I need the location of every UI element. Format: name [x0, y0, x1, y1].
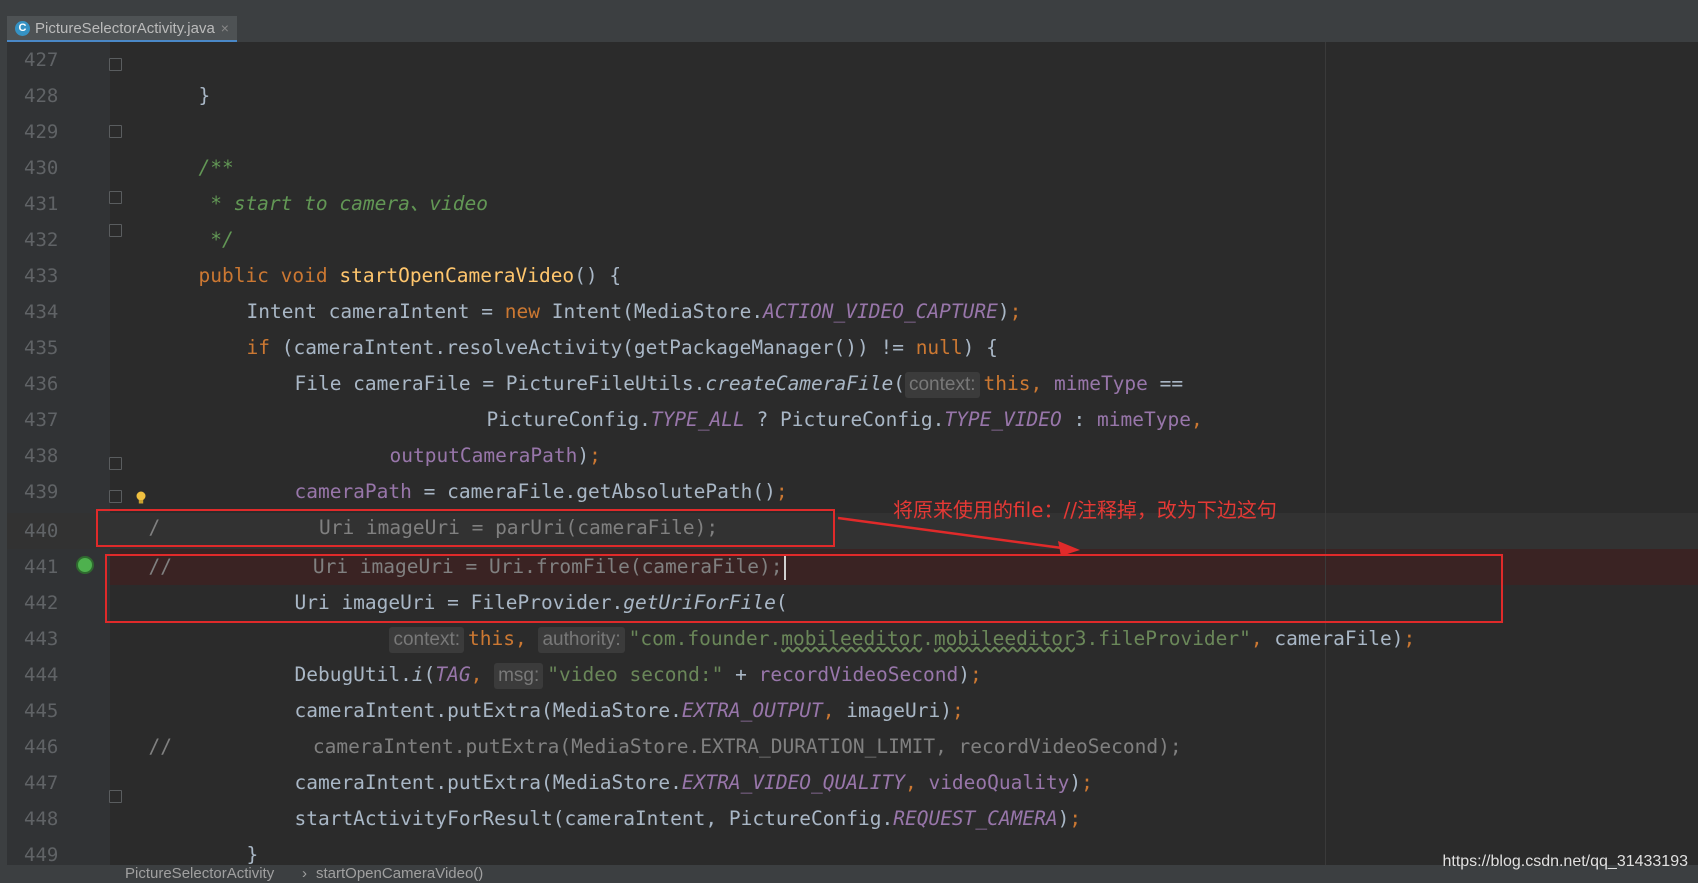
breadcrumb-method[interactable]: startOpenCameraVideo() — [316, 865, 483, 883]
annotation-arrow — [837, 516, 1080, 556]
breadcrumb-separator: › — [302, 865, 307, 882]
breadcrumb-class[interactable]: PictureSelectorActivity — [125, 865, 274, 883]
watermark: https://blog.csdn.net/qq_31433193 — [1442, 853, 1688, 870]
